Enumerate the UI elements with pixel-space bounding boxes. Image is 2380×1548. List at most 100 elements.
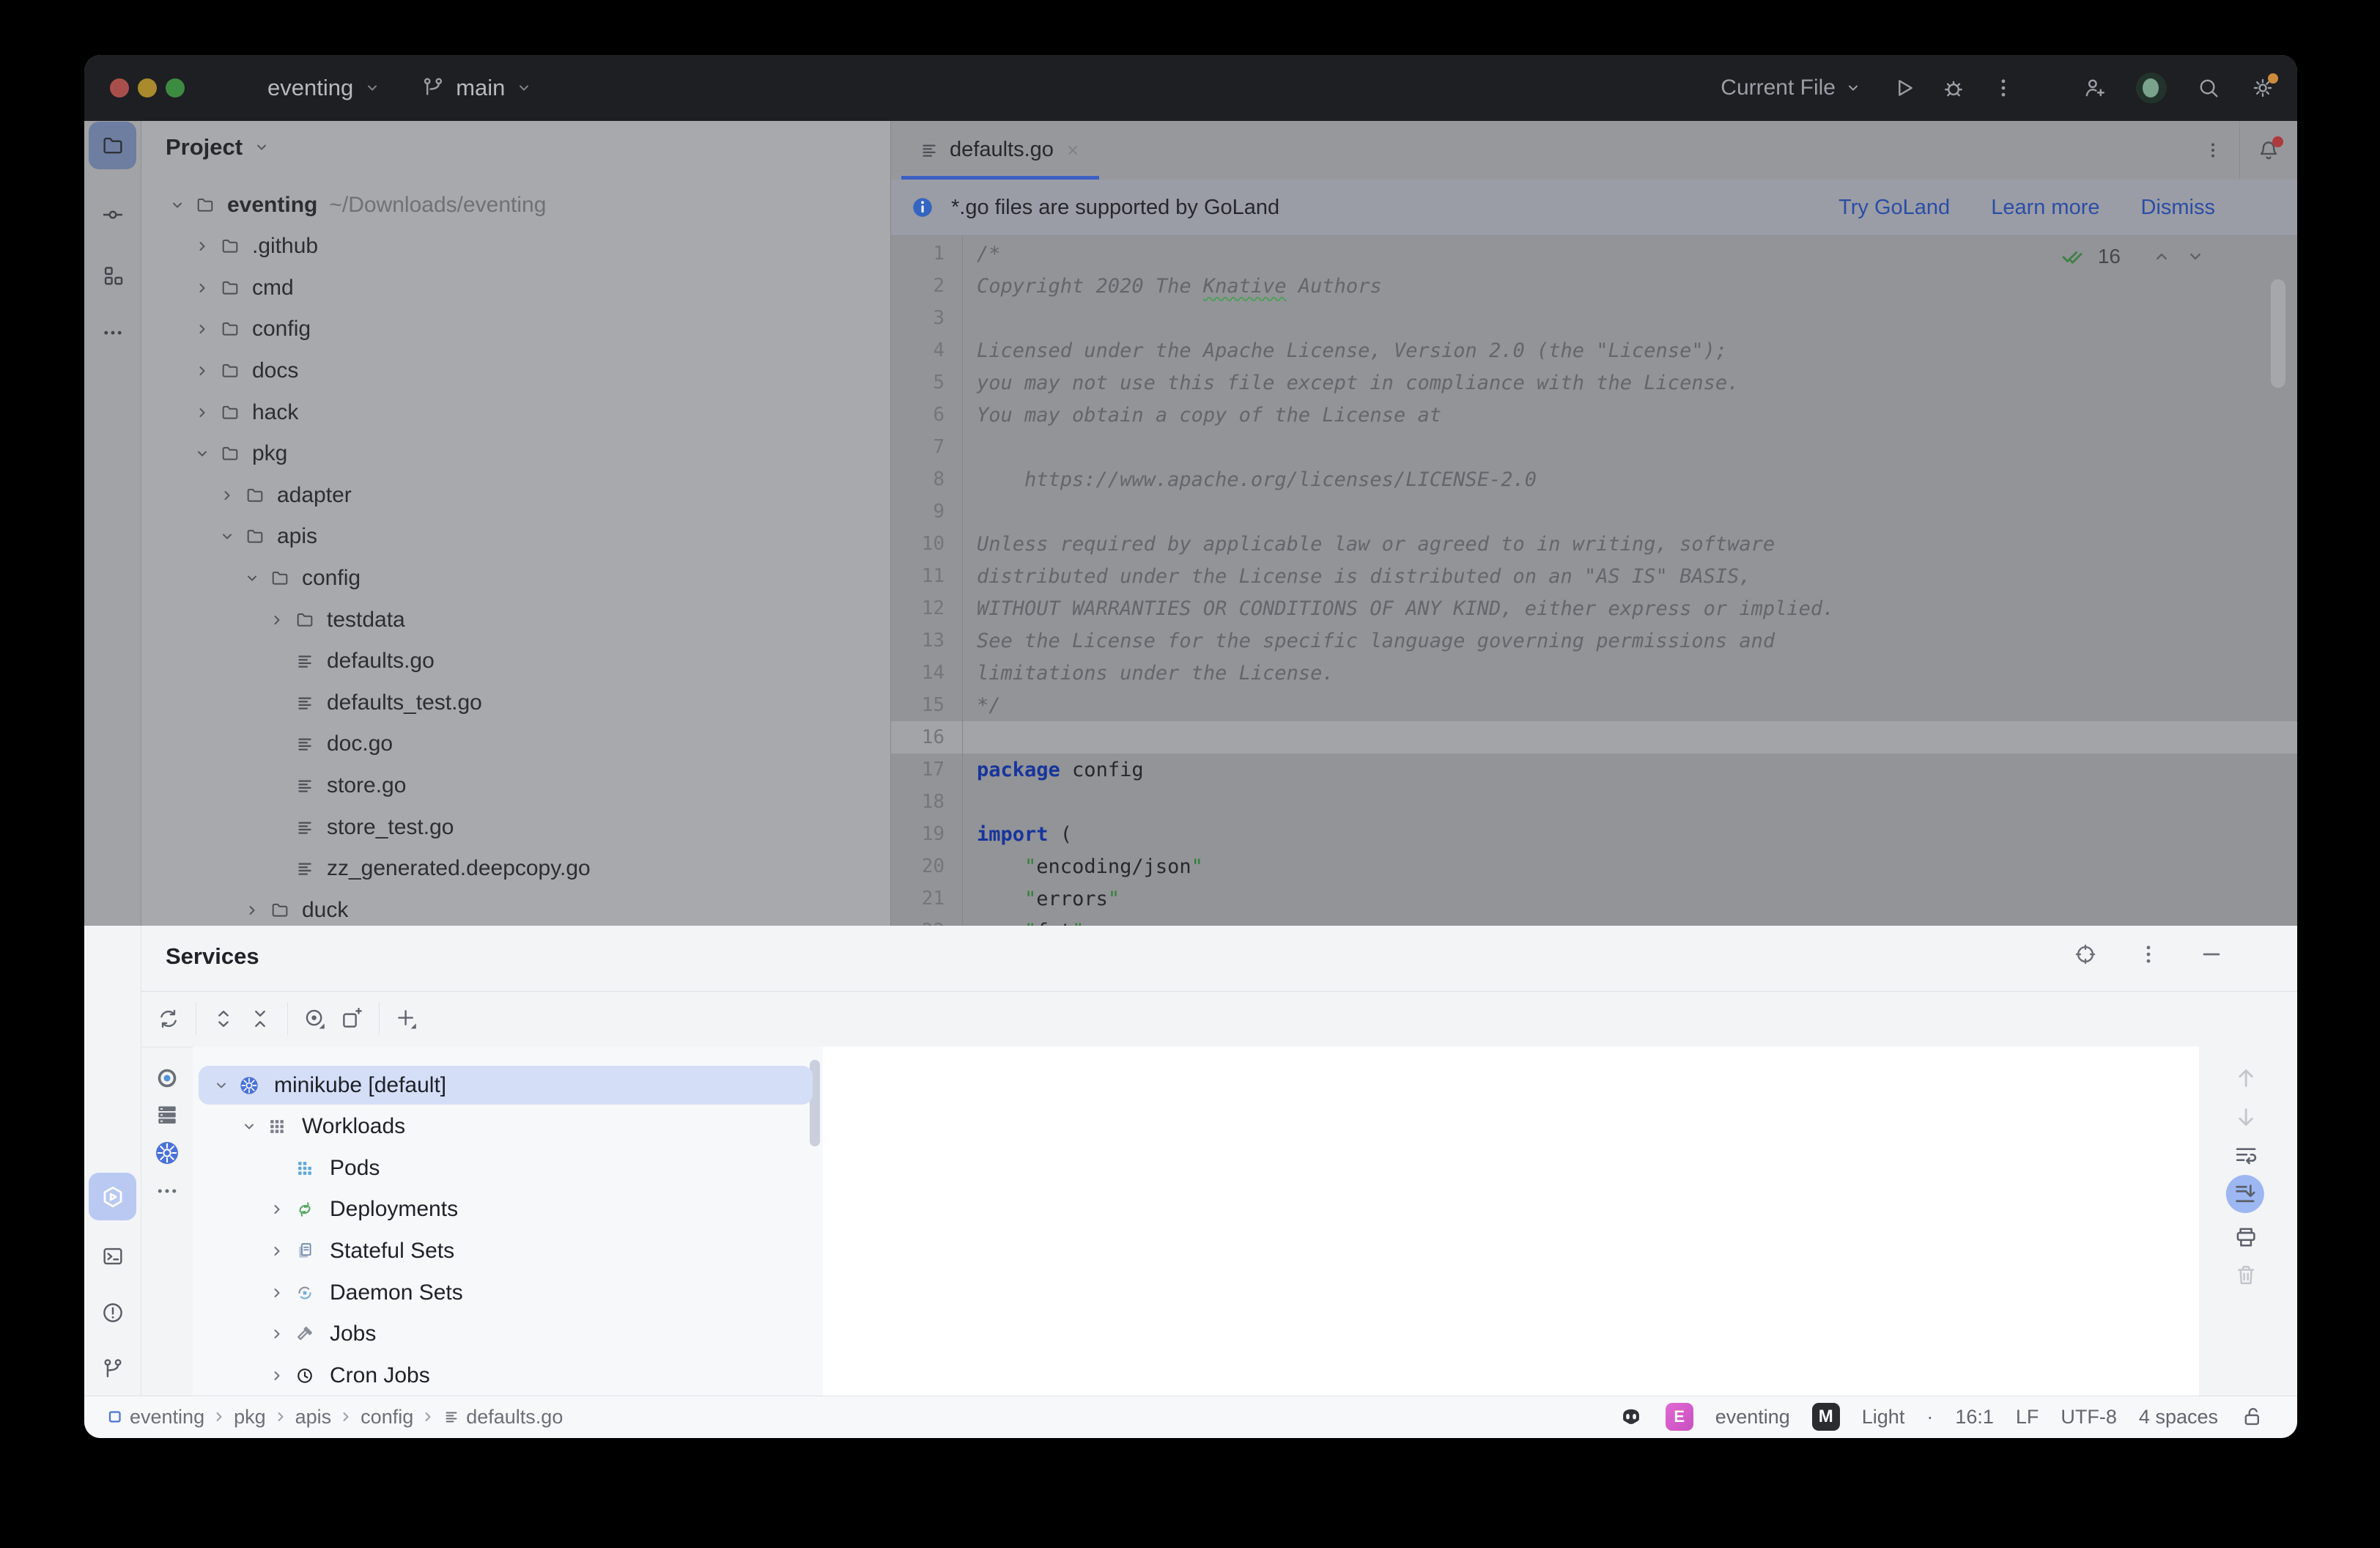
window-close-button[interactable] xyxy=(110,78,129,97)
services-tree-item-jobs[interactable]: Jobs xyxy=(193,1313,823,1355)
sidebar-item-services[interactable] xyxy=(89,1173,136,1220)
file-encoding[interactable]: UTF-8 xyxy=(2061,1406,2117,1429)
project-tree-item-.github[interactable]: .github xyxy=(141,226,890,268)
project-tree-item-pkg[interactable]: pkg xyxy=(141,433,890,475)
editor-options-button[interactable] xyxy=(2203,140,2223,161)
open-in-new-tab-button[interactable] xyxy=(339,1006,364,1031)
search-everywhere-button[interactable] xyxy=(2196,75,2221,100)
project-panel-title: Project xyxy=(166,134,243,161)
settings-button[interactable] xyxy=(2250,75,2275,100)
project-tree-item-hack[interactable]: hack xyxy=(141,391,890,433)
services-tree-item-minikube-[default][interactable]: minikube [default] xyxy=(193,1064,823,1106)
close-icon[interactable] xyxy=(1064,141,1082,159)
indent-setting[interactable]: 4 spaces xyxy=(2139,1406,2218,1429)
editor-scrollbar[interactable] xyxy=(2271,279,2285,388)
project-tree-item-adapter[interactable]: adapter xyxy=(141,474,890,516)
project-widget[interactable]: eventing xyxy=(267,75,353,101)
services-options-button[interactable] xyxy=(2136,942,2161,967)
lock-open-icon[interactable] xyxy=(2240,1404,2265,1429)
code-editor[interactable]: 22 "fmt"21 "errors"20 "encoding/json"19i… xyxy=(891,235,2297,926)
dismiss-link[interactable]: Dismiss xyxy=(2141,196,2216,220)
sidebar-item-git[interactable] xyxy=(89,1345,136,1393)
soft-wrap-button[interactable] xyxy=(2233,1142,2259,1168)
scroll-up-button[interactable] xyxy=(2233,1065,2259,1091)
project-tree-item-duck[interactable]: duck xyxy=(141,889,890,926)
try-goland-link[interactable]: Try GoLand xyxy=(1838,196,1950,220)
services-tree-item-cron-jobs[interactable]: Cron Jobs xyxy=(193,1354,823,1396)
breadcrumb-item-pkg[interactable]: pkg xyxy=(234,1406,266,1429)
theme-badge[interactable]: M xyxy=(1812,1403,1840,1431)
group-by-button[interactable] xyxy=(154,1102,180,1128)
profile-badge[interactable]: E xyxy=(1666,1403,1693,1431)
chev-right-icon xyxy=(268,1242,286,1260)
breadcrumb-item-apis[interactable]: apis xyxy=(295,1406,332,1429)
project-tree-item-eventing[interactable]: eventing~/Downloads/eventing xyxy=(141,184,890,226)
hide-panel-button[interactable] xyxy=(2199,942,2224,967)
breadcrumb-item-eventing[interactable]: eventing xyxy=(130,1406,204,1429)
locate-button[interactable] xyxy=(2073,942,2098,967)
window-zoom-button[interactable] xyxy=(166,78,185,97)
clear-button[interactable] xyxy=(2233,1262,2259,1289)
line-number: 14 xyxy=(891,662,962,684)
project-panel-header[interactable]: Project xyxy=(166,134,270,161)
tree-item-label: adapter xyxy=(277,483,352,508)
project-tree-item-config[interactable]: config xyxy=(141,309,890,350)
inspections-widget[interactable]: 16 xyxy=(2060,244,2206,269)
caret-position[interactable]: 16:1 xyxy=(1955,1406,1994,1429)
project-tree-item-store_test.go[interactable]: store_test.go xyxy=(141,806,890,848)
code-with-me-button[interactable] xyxy=(2082,75,2107,100)
run-configuration-selector[interactable]: Current File xyxy=(1721,75,1862,100)
statefulsets-icon xyxy=(295,1241,315,1261)
project-tree-item-zz_generated.deepcopy.go[interactable]: zz_generated.deepcopy.go xyxy=(141,848,890,890)
scroll-to-end-button[interactable] xyxy=(2226,1175,2264,1213)
profile-name[interactable]: eventing xyxy=(1715,1406,1790,1429)
notifications-button[interactable] xyxy=(2256,138,2281,163)
branch-widget[interactable]: main xyxy=(456,75,505,101)
refresh-button[interactable] xyxy=(156,1006,181,1031)
window-minimize-button[interactable] xyxy=(138,78,157,97)
chev-right-icon xyxy=(243,902,261,919)
project-tree-item-defaults.go[interactable]: defaults.go xyxy=(141,641,890,682)
kubernetes-button[interactable] xyxy=(154,1140,180,1166)
sidebar-item-structure[interactable] xyxy=(89,251,136,299)
theme-label[interactable]: Light xyxy=(1862,1406,1905,1429)
project-tree-item-apis[interactable]: apis xyxy=(141,516,890,558)
prev-problem-button[interactable] xyxy=(2151,246,2172,267)
strip-more-button[interactable] xyxy=(154,1178,180,1204)
line-ending[interactable]: LF xyxy=(2016,1406,2039,1429)
sidebar-item-terminal[interactable] xyxy=(89,1232,136,1280)
collapse-all-button[interactable] xyxy=(248,1006,273,1031)
expand-all-button[interactable] xyxy=(211,1006,236,1031)
print-button[interactable] xyxy=(2233,1224,2259,1250)
copilot-icon[interactable] xyxy=(1619,1404,1644,1429)
avatar[interactable] xyxy=(2136,73,2167,103)
more-actions-button[interactable] xyxy=(1991,75,2016,100)
filter-target-button[interactable] xyxy=(154,1065,180,1091)
breadcrumb-item-config[interactable]: config xyxy=(361,1406,413,1429)
sidebar-item-commit[interactable] xyxy=(89,191,136,238)
add-service-button[interactable] xyxy=(394,1006,419,1031)
debug-button[interactable] xyxy=(1941,75,1966,100)
scroll-down-button[interactable] xyxy=(2233,1104,2259,1130)
tab-defaults-go[interactable]: defaults.go xyxy=(901,121,1099,179)
learn-more-link[interactable]: Learn more xyxy=(1991,196,2099,220)
run-button[interactable] xyxy=(1891,75,1916,100)
services-tree-item-pods[interactable]: Pods xyxy=(193,1147,823,1189)
next-problem-button[interactable] xyxy=(2185,246,2206,267)
scope-button[interactable] xyxy=(303,1006,328,1031)
project-tree-item-testdata[interactable]: testdata xyxy=(141,599,890,641)
services-tree-item-daemon-sets[interactable]: Daemon Sets xyxy=(193,1272,823,1313)
services-tree-item-deployments[interactable]: Deployments xyxy=(193,1189,823,1231)
services-tree-item-workloads[interactable]: Workloads xyxy=(193,1106,823,1148)
project-tree-item-cmd[interactable]: cmd xyxy=(141,267,890,309)
project-tree-item-defaults_test.go[interactable]: defaults_test.go xyxy=(141,682,890,723)
sidebar-item-project[interactable] xyxy=(89,122,136,169)
services-tree-item-stateful-sets[interactable]: Stateful Sets xyxy=(193,1230,823,1272)
project-tree-item-doc.go[interactable]: doc.go xyxy=(141,723,890,765)
breadcrumb-item-defaults.go[interactable]: defaults.go xyxy=(466,1406,563,1429)
sidebar-item-more[interactable] xyxy=(89,309,136,356)
project-tree-item-config[interactable]: config xyxy=(141,557,890,599)
project-tree-item-docs[interactable]: docs xyxy=(141,350,890,391)
sidebar-item-problems[interactable] xyxy=(89,1289,136,1336)
project-tree-item-store.go[interactable]: store.go xyxy=(141,764,890,806)
